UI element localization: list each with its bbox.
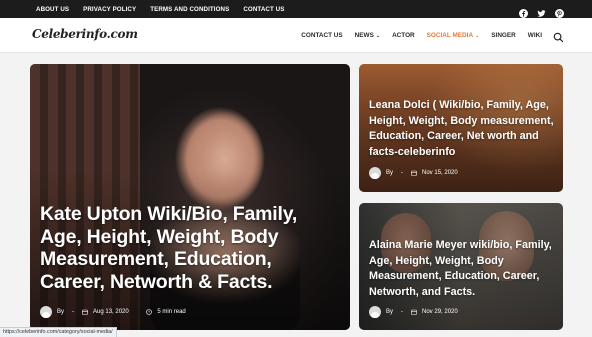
top-link-contact-us[interactable]: CONTACT US <box>243 6 284 13</box>
search-icon[interactable] <box>553 30 564 43</box>
top-link-privacy-policy[interactable]: PRIVACY POLICY <box>83 6 136 13</box>
author-prefix: By <box>57 309 65 315</box>
post-date: Aug 13, 2020 <box>93 309 129 315</box>
post-meta: By - Nov 15, 2020 <box>369 167 458 179</box>
nav-item-social-media[interactable]: SOCIAL MEDIA ⌄ <box>427 32 480 39</box>
nav-item-contact-us[interactable]: CONTACT US <box>301 32 342 39</box>
post-meta: By - Aug 13, 2020 5 min read <box>40 306 186 318</box>
meta-separator: - <box>72 309 75 315</box>
site-logo[interactable]: Celeberinfo.com <box>32 27 138 41</box>
twitter-icon[interactable] <box>537 5 546 17</box>
nav-item-actor[interactable]: ACTOR <box>392 32 415 39</box>
top-link-terms[interactable]: TERMS AND CONDITIONS <box>150 6 229 13</box>
avatar[interactable] <box>369 306 381 318</box>
meta-separator: - <box>401 309 404 315</box>
facebook-icon[interactable] <box>519 5 528 18</box>
social-links <box>519 0 564 18</box>
nav-item-wiki[interactable]: WIKI <box>528 32 542 39</box>
post-meta: By - Nov 29, 2020 <box>369 306 458 318</box>
side-post-card-1[interactable]: Leana Dolci ( Wiki/bio, Family, Age, Hei… <box>359 64 563 192</box>
nav-label: WIKI <box>527 32 542 39</box>
post-title[interactable]: Alaina Marie Meyer wiki/bio, Family, Age… <box>369 238 559 300</box>
main-nav: CONTACT US NEWS ⌄ ACTOR SOCIAL MEDIA ⌄ SIN… <box>301 18 542 53</box>
status-url: https://celeberinfo.com/category/social-… <box>0 327 117 337</box>
calendar-icon <box>411 170 417 176</box>
featured-post-card[interactable]: Kate Upton Wiki/Bio, Family, Age, Height… <box>30 64 350 330</box>
post-title[interactable]: Kate Upton Wiki/Bio, Family, Age, Height… <box>40 203 340 293</box>
site-header: Celeberinfo.com CONTACT US NEWS ⌄ ACTOR S… <box>0 18 592 53</box>
top-link-about-us[interactable]: ABOUT US <box>36 6 69 13</box>
nav-label: ACTOR <box>392 32 415 39</box>
nav-item-singer[interactable]: SINGER <box>491 32 516 39</box>
post-date: Nov 29, 2020 <box>422 309 458 315</box>
avatar[interactable] <box>369 167 381 179</box>
top-bar: ABOUT US PRIVACY POLICY TERMS AND CONDIT… <box>0 0 592 18</box>
read-time: 5 min read <box>157 309 186 315</box>
nav-label: NEWS <box>354 32 374 39</box>
top-links: ABOUT US PRIVACY POLICY TERMS AND CONDIT… <box>36 0 284 18</box>
author-prefix: By <box>386 309 394 315</box>
avatar[interactable] <box>40 306 52 318</box>
chevron-down-icon: ⌄ <box>475 33 480 39</box>
nav-label: SOCIAL MEDIA <box>426 32 474 39</box>
chevron-down-icon: ⌄ <box>375 33 381 39</box>
pinterest-icon[interactable] <box>555 5 564 18</box>
nav-label: CONTACT US <box>301 32 343 39</box>
calendar-icon <box>82 309 88 315</box>
side-post-card-2[interactable]: Alaina Marie Meyer wiki/bio, Family, Age… <box>359 203 563 330</box>
nav-item-news[interactable]: NEWS ⌄ <box>355 32 380 39</box>
post-title[interactable]: Leana Dolci ( Wiki/bio, Family, Age, Hei… <box>369 98 559 160</box>
post-date: Nov 15, 2020 <box>422 170 458 176</box>
meta-separator: - <box>401 170 404 176</box>
nav-label: SINGER <box>491 32 516 39</box>
calendar-icon <box>411 309 417 315</box>
clock-icon <box>146 309 153 315</box>
author-prefix: By <box>386 170 394 176</box>
